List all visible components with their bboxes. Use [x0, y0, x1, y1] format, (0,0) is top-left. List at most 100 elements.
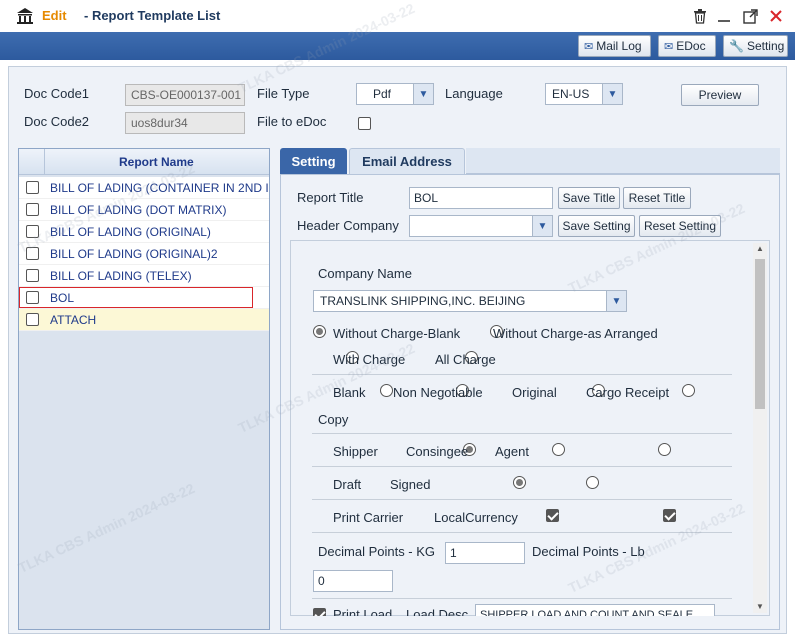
company-name-label: Company Name	[318, 266, 412, 281]
print-load-label: Print Load	[333, 607, 393, 616]
trash-icon[interactable]	[693, 9, 707, 24]
doc-code1-label: Doc Code1	[24, 86, 90, 101]
scroll-down-icon[interactable]: ▼	[756, 602, 764, 611]
maximize-icon[interactable]	[743, 9, 758, 24]
party-option-label: Consingee	[406, 444, 469, 459]
report-title-label: Report Title	[297, 190, 364, 205]
divider	[312, 466, 732, 467]
edit-label: Edit	[42, 8, 67, 23]
doc-option-label: Original	[512, 385, 557, 400]
decimal-lb-input[interactable]: 0	[313, 570, 393, 592]
print-carrier-label: Print Carrier	[333, 510, 404, 525]
preview-button[interactable]: Preview	[681, 84, 759, 106]
charge-option-label: All Charge	[435, 352, 496, 367]
divider	[312, 532, 732, 533]
status-option-label: Draft	[333, 477, 362, 492]
divider	[312, 433, 732, 434]
party-radio-agent[interactable]	[657, 443, 671, 456]
reset-setting-button[interactable]: Reset Setting	[639, 215, 721, 237]
scroll-up-icon[interactable]: ▲	[756, 244, 764, 253]
table-row[interactable]: BOL	[19, 287, 269, 309]
local-currency-checkbox[interactable]	[663, 509, 677, 522]
print-carrier-checkbox[interactable]	[545, 509, 559, 522]
close-icon[interactable]	[769, 9, 783, 23]
chevron-down-icon: ▼	[532, 216, 552, 236]
charge-option-label: Without Charge-as Arranged	[493, 326, 658, 341]
file-type-select[interactable]: Pdf ▼	[356, 83, 434, 105]
row-checkbox[interactable]	[26, 203, 39, 216]
file-type-value: Pdf	[373, 87, 392, 101]
charge-option-label: Without Charge-Blank	[333, 326, 461, 341]
print-load-row: Print Load Load Desc SHIPPER LOAD AND CO…	[290, 602, 752, 616]
toolbar: ✉ Mail Log ✉ EDoc 🔧 Setting	[0, 32, 795, 60]
charge-radio-without-blank[interactable]	[313, 325, 326, 338]
reset-title-button[interactable]: Reset Title	[623, 187, 691, 209]
grid-header: Report Name	[19, 149, 269, 175]
report-name: ATTACH	[50, 313, 97, 327]
table-row[interactable]: BILL OF LADING (DOT MATRIX)	[19, 199, 269, 221]
file-to-edoc-checkbox[interactable]	[358, 117, 371, 130]
language-select[interactable]: EN-US ▼	[545, 83, 623, 105]
title-bar: Edit - Report Template List	[0, 0, 795, 32]
header-company-select[interactable]: ▼	[409, 215, 553, 237]
report-name: BILL OF LADING (ORIGINAL)	[50, 225, 211, 239]
minimize-icon[interactable]	[717, 9, 731, 23]
row-checkbox[interactable]	[26, 313, 39, 326]
save-setting-button[interactable]: Save Setting	[558, 215, 635, 237]
language-label: Language	[445, 86, 503, 101]
load-desc-input[interactable]: SHIPPER LOAD AND COUNT AND SEALE	[475, 604, 715, 616]
mail-log-label: Mail Log	[596, 39, 642, 53]
local-currency-label: LocalCurrency	[434, 510, 518, 525]
decimal-kg-input[interactable]: 1	[445, 542, 525, 564]
doc-code2-label: Doc Code2	[24, 114, 90, 129]
charge-option-label: With Charge	[333, 352, 406, 367]
edoc-label: EDoc	[676, 39, 706, 53]
mail-log-icon: ✉	[584, 40, 594, 53]
scrollbar-track[interactable]: ▲ ▼	[753, 243, 767, 613]
doc-option-label: Copy	[318, 412, 349, 427]
report-name: BILL OF LADING (CONTAINER IN 2ND I	[50, 181, 269, 195]
row-checkbox[interactable]	[26, 247, 39, 260]
divider	[312, 499, 732, 500]
mail-log-button[interactable]: ✉ Mail Log	[578, 35, 651, 57]
load-desc-label: Load Desc	[406, 607, 469, 616]
window-title: - Report Template List	[84, 8, 221, 23]
report-name: BILL OF LADING (ORIGINAL)2	[50, 247, 218, 261]
doc-option-label: Non Negotiable	[393, 385, 483, 400]
edoc-button[interactable]: ✉ EDoc	[658, 35, 716, 57]
table-row[interactable]: BILL OF LADING (CONTAINER IN 2ND I	[19, 177, 269, 199]
scrollbar-thumb[interactable]	[755, 259, 765, 409]
doc-code2-field: uos8dur34	[125, 112, 245, 134]
report-name: BILL OF LADING (TELEX)	[50, 269, 192, 283]
print-load-checkbox[interactable]	[313, 608, 326, 616]
setting-label: Setting	[746, 39, 785, 53]
row-checkbox[interactable]	[26, 225, 39, 238]
status-radio-draft[interactable]	[512, 476, 526, 489]
company-name-select[interactable]: TRANSLINK SHIPPING,INC. BEIJING ▼	[313, 290, 627, 312]
bank-icon	[17, 8, 33, 24]
setting-button[interactable]: 🔧 Setting	[723, 35, 788, 57]
divider	[312, 374, 732, 375]
table-row[interactable]: BILL OF LADING (TELEX)	[19, 265, 269, 287]
chevron-down-icon: ▼	[606, 291, 626, 311]
row-checkbox[interactable]	[26, 269, 39, 282]
report-grid: Report Name BILL OF LADING (CONTAINER IN…	[18, 148, 270, 630]
report-name-header: Report Name	[119, 155, 194, 169]
table-row[interactable]: BILL OF LADING (ORIGINAL)	[19, 221, 269, 243]
row-checkbox[interactable]	[26, 181, 39, 194]
file-to-edoc-label: File to eDoc	[257, 114, 327, 129]
save-title-button[interactable]: Save Title	[558, 187, 620, 209]
company-name-value: TRANSLINK SHIPPING,INC. BEIJING	[320, 294, 526, 308]
doc-radio-blank[interactable]	[379, 384, 393, 397]
language-value: EN-US	[552, 87, 590, 101]
chevron-down-icon: ▼	[602, 84, 622, 104]
table-row[interactable]: ATTACH	[19, 309, 269, 331]
divider	[312, 598, 732, 599]
report-title-input[interactable]: BOL	[409, 187, 553, 209]
decimal-kg-label: Decimal Points - KG	[318, 544, 436, 559]
table-row[interactable]: BILL OF LADING (ORIGINAL)2	[19, 243, 269, 265]
tab-email-address[interactable]: Email Address	[349, 148, 465, 174]
party-option-label: Shipper	[333, 444, 378, 459]
tab-strip	[466, 148, 780, 174]
tab-setting[interactable]: Setting	[280, 148, 347, 174]
